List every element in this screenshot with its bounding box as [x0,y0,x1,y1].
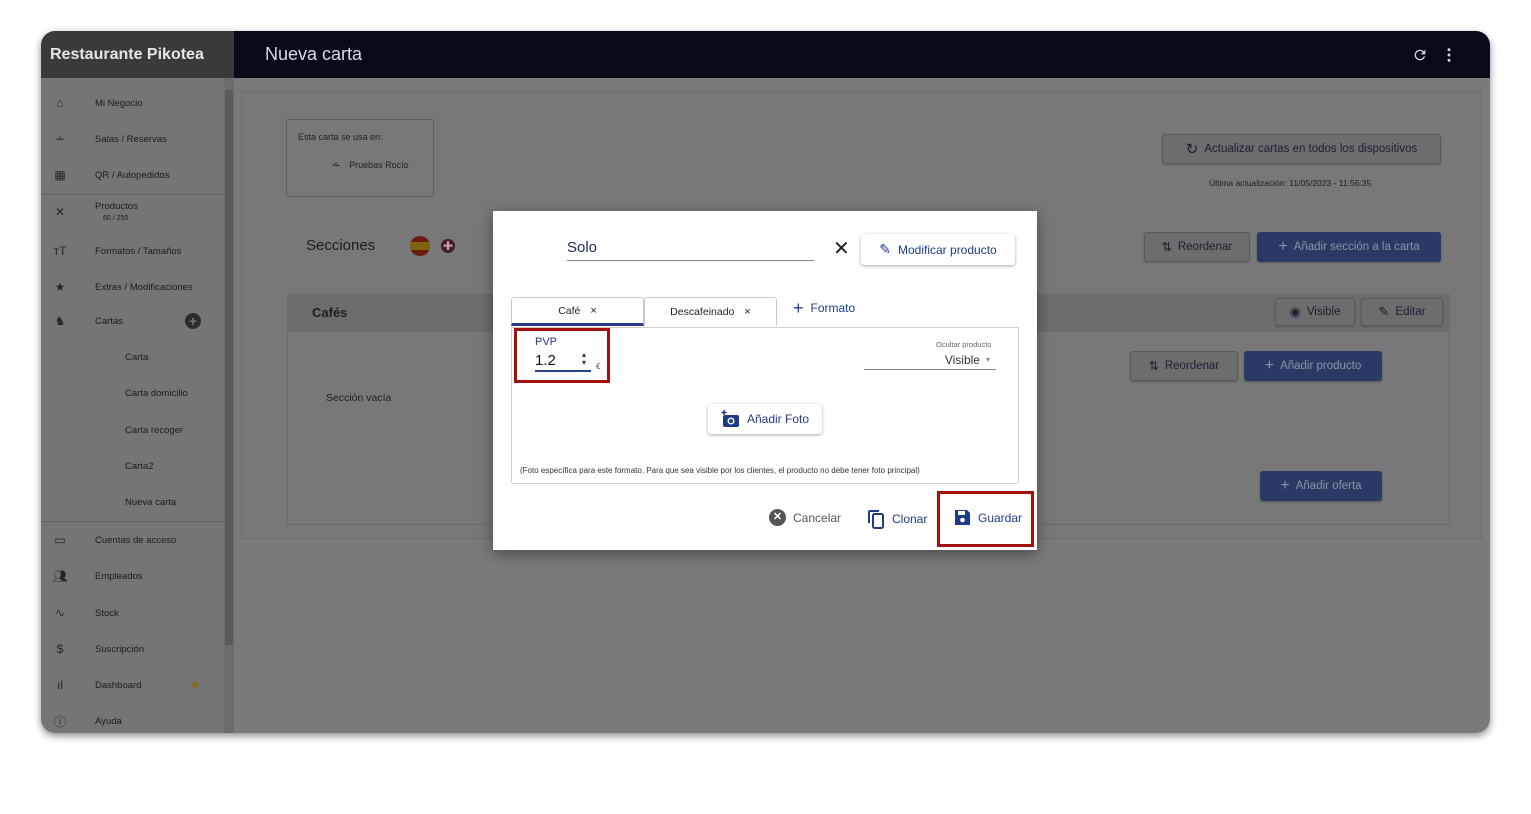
visible-button[interactable]: ◉ Visible [1275,298,1355,326]
swap-icon: ⇅ [1148,359,1159,373]
eye-icon: ◉ [1289,304,1301,319]
spanish-flag-icon[interactable] [410,236,430,256]
text-size-icon: ᴛT [53,244,67,258]
refresh-icon[interactable] [1412,47,1428,63]
qr-icon: ▦ [54,168,66,182]
save-highlight-box [937,491,1034,547]
add-format-button[interactable]: + Formato [793,298,855,318]
sidebar-item-cuentas[interactable]: ▭ Cuentas de acceso [41,525,224,555]
sidebar-item-carta-recoger[interactable]: Carta recoger [41,415,224,445]
more-vert-icon[interactable] [1446,47,1452,63]
home-icon: ⌂ [56,96,64,110]
help-icon: ⓘ [53,714,66,729]
sidebar-item-carta2[interactable]: Carta2 [41,451,224,481]
dollar-icon: $ [56,642,64,656]
sidebar-item-dashboard[interactable]: ıl Dashboard ★ [41,670,224,700]
edit-button[interactable]: ✎ Editar [1361,298,1443,326]
devices-icon: ▭ [54,533,66,547]
tab-cafe[interactable]: Café × [511,297,644,326]
menu-book-icon: ♞ [54,314,66,328]
close-icon[interactable]: × [744,306,750,318]
star-icon: ★ [189,677,201,692]
hide-product-select[interactable]: Visible ▾ [864,350,996,370]
clone-button[interactable]: Clonar [867,509,927,529]
plus-icon: + [1280,477,1290,494]
add-section-button[interactable]: + Añadir sección a la carta [1257,232,1441,262]
sidebar-item-stock[interactable]: ∿ Stock [41,598,224,628]
people-icon: 👥︎ [52,569,68,583]
update-devices-button[interactable]: ↻ Actualizar cartas en todos los disposit… [1162,134,1441,164]
page-title: Nueva carta [265,44,363,64]
table-icon: ⩪ [54,132,66,146]
plus-icon: + [793,298,804,318]
swap-icon: ⇅ [1161,240,1172,254]
add-offer-button[interactable]: + Añadir oferta [1260,471,1382,501]
section-name: Cafés [312,305,348,320]
tab-descafeinado[interactable]: Descafeinado × [644,297,777,326]
pencil-icon: ✎ [879,241,891,257]
reorder-sections-button[interactable]: ⇅ Reordenar [1144,232,1250,262]
sidebar-item-carta[interactable]: Carta [41,342,224,372]
sidebar: ⌂ Mi Negocio ⩪ Salas / Reservas ▦ QR / Auto… [41,78,234,733]
table-icon: ⩪ [331,158,342,172]
plus-icon: + [1278,238,1288,255]
pvp-highlight-box [514,328,610,383]
bar-chart-icon: ıl [57,678,63,692]
sidebar-item-salas[interactable]: ⩪ Salas / Reservas [41,124,224,154]
add-photo-button[interactable]: Añadir Foto [708,404,822,434]
sidebar-scrollbar[interactable] [224,78,234,733]
add-photo-icon [721,410,739,427]
sidebar-item-productos[interactable]: ✕ Productos 60 / 250 [41,197,224,227]
sidebar-item-cartas[interactable]: ♞ Cartas + [41,306,224,336]
plus-icon: + [1264,357,1275,374]
close-icon[interactable]: × [590,305,596,317]
cancel-icon: ✕ [769,509,786,526]
sidebar-item-mi-negocio[interactable]: ⌂ Mi Negocio [41,88,224,118]
sidebar-item-extras[interactable]: ★ Extras / Modificaciones [41,272,224,302]
sidebar-item-empleados[interactable]: 👥︎ Empleados [41,561,224,591]
app-name: Restaurante Pikotea [41,31,234,78]
modify-product-button[interactable]: ✎ Modificar producto [861,234,1015,265]
topbar: Nueva carta [234,31,1490,78]
add-carta-icon[interactable]: + [185,313,201,329]
uso-value: Pruebas Rocío [349,160,409,170]
empty-section-text: Sección vacía [326,392,392,404]
hide-product-label: Ocultar producto [936,340,992,349]
add-product-button[interactable]: + Añadir producto [1244,351,1382,381]
utensils-icon: ✕ [54,205,66,219]
photo-note: (Foto específica para este formato. Para… [520,466,920,475]
sidebar-item-carta-domicilio[interactable]: Carta domicilio [41,378,224,408]
uso-box: Esta carta se usa en: ⩪ Pruebas Rocío [286,119,434,197]
refresh-icon: ↻ [1185,141,1199,158]
sections-title: Secciones [306,237,376,254]
pencil-icon: ✎ [1378,304,1390,319]
cancel-button[interactable]: ✕ Cancelar [769,509,841,526]
reorder-products-button[interactable]: ⇅ Reordenar [1130,351,1238,381]
sidebar-item-formatos[interactable]: ᴛT Formatos / Tamaños [41,236,224,266]
trend-icon: ∿ [54,606,66,620]
uk-flag-icon[interactable]: ✚ [441,239,455,253]
last-update: Última actualización: 11/05/2023 - 11:56… [1209,178,1372,188]
sidebar-item-qr[interactable]: ▦ QR / Autopedidos [41,160,224,190]
sidebar-item-ayuda[interactable]: ⓘ Ayuda [41,706,224,733]
close-icon[interactable]: ✕ [833,239,850,259]
copy-icon [868,510,884,529]
sidebar-item-suscripcion[interactable]: $ Suscripción [41,634,224,664]
sidebar-item-nueva-carta[interactable]: Nueva carta [41,487,224,517]
star-icon: ★ [54,280,66,294]
product-name-field[interactable]: Solo [567,235,814,261]
chevron-down-icon: ▾ [985,355,990,364]
